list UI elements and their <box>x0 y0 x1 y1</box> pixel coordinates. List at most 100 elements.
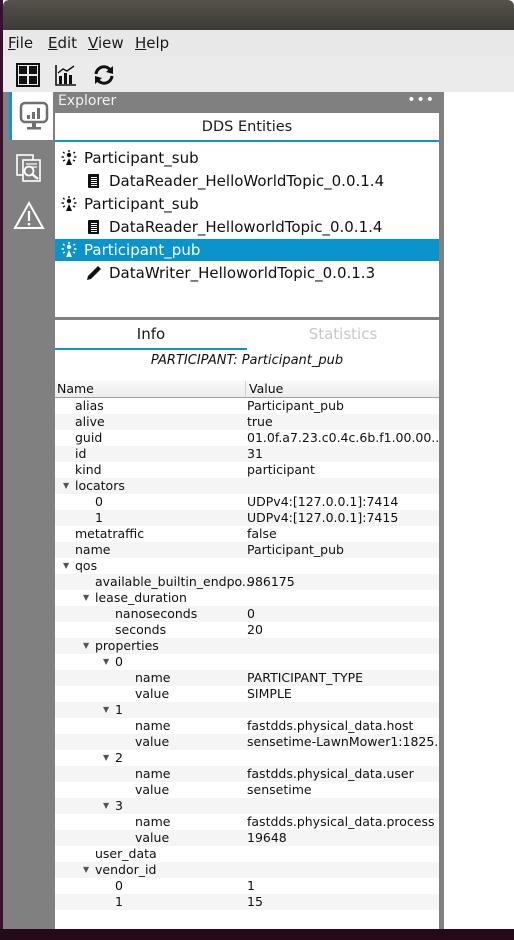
menu-file-mnemonic: F <box>8 34 16 52</box>
row-value: 01.0f.a7.23.c0.4c.6b.f1.00.00.... <box>247 430 439 445</box>
column-header-name[interactable]: Name <box>57 381 94 396</box>
rail-explorer-button[interactable] <box>9 92 56 140</box>
table-row[interactable]: ▼ 1 <box>55 702 439 718</box>
table-row[interactable]: 01 <box>55 878 439 894</box>
table-row[interactable]: seconds 20 <box>55 622 439 638</box>
warning-icon <box>13 200 45 229</box>
table-row[interactable]: 1 UDPv4:[127.0.0.1]:7415 <box>55 510 439 526</box>
row-name: value <box>135 734 170 749</box>
row-value: participant <box>247 462 315 477</box>
table-row[interactable]: value SIMPLE <box>55 686 439 702</box>
row-value: PARTICIPANT_TYPE <box>247 670 364 685</box>
grid-icon <box>16 63 40 87</box>
row-value: UDPv4:[127.0.0.1]:7415 <box>247 510 399 525</box>
expand-arrow-icon[interactable]: ▼ <box>103 654 109 670</box>
expand-arrow-icon[interactable]: ▼ <box>83 638 89 654</box>
tree-item[interactable]: DataReader_HelloWorldTopic_0.0.1.4 <box>55 170 439 192</box>
tree-item[interactable]: Participant_sub <box>55 193 439 215</box>
table-row[interactable]: ▼ 0 <box>55 654 439 670</box>
tree-item[interactable]: DataWriter_HelloworldTopic_0.0.1.3 <box>55 262 439 284</box>
expand-arrow-icon[interactable]: ▼ <box>103 798 109 814</box>
table-row[interactable]: nanoseconds 0 <box>55 606 439 622</box>
menu-edit-label: dit <box>57 34 78 52</box>
participant-icon <box>60 241 78 259</box>
expand-arrow-icon[interactable]: ▼ <box>83 862 89 878</box>
table-row[interactable]: name Participant_pub <box>55 542 439 558</box>
table-row[interactable]: ▼ 2 <box>55 750 439 766</box>
table-row[interactable]: ▼ 3 <box>55 798 439 814</box>
refresh-button[interactable] <box>91 62 117 88</box>
tree-item[interactable]: DataReader_HelloworldTopic_0.0.1.4 <box>55 216 439 238</box>
table-row[interactable]: 0 UDPv4:[127.0.0.1]:7414 <box>55 494 439 510</box>
menu-help[interactable]: Help <box>135 34 169 52</box>
table-row[interactable]: user_data <box>55 846 439 862</box>
table-row[interactable]: ▼ lease_duration <box>55 590 439 606</box>
tree-item[interactable]: Participant_sub <box>55 147 439 169</box>
row-value: SIMPLE <box>247 686 292 701</box>
row-name: 3 <box>115 798 123 813</box>
table-row[interactable]: name PARTICIPANT_TYPE <box>55 670 439 686</box>
row-name: alias <box>75 398 104 413</box>
row-value: true <box>247 414 273 429</box>
menu-file[interactable]: File <box>8 34 33 52</box>
expand-arrow-icon[interactable]: ▼ <box>83 590 89 606</box>
table-row[interactable]: value sensetime <box>55 782 439 798</box>
table-row[interactable]: name fastdds.physical_data.user <box>55 766 439 782</box>
tab-statistics[interactable]: Statistics <box>247 320 439 348</box>
menu-view[interactable]: View <box>88 34 124 52</box>
table-row[interactable]: value sensetime-LawnMower1:1825... <box>55 734 439 750</box>
table-row[interactable]: available_builtin_endpo... 986175 <box>55 574 439 590</box>
tree-item-label: DataReader_HelloworldTopic_0.0.1.4 <box>109 218 383 236</box>
row-name: id <box>75 446 87 461</box>
row-name: nanoseconds <box>115 606 198 621</box>
row-name: name <box>135 814 171 829</box>
row-name: alive <box>75 414 105 429</box>
tab-info[interactable]: Info <box>55 320 247 350</box>
row-value: 0 <box>247 606 255 621</box>
participant-icon <box>60 149 78 167</box>
table-row[interactable]: id 31 <box>55 446 439 462</box>
row-name: 1 <box>115 894 123 909</box>
expand-arrow-icon[interactable]: ▼ <box>103 750 109 766</box>
explorer-header: Explorer ••• <box>53 92 441 112</box>
dashboard-button[interactable] <box>15 62 41 88</box>
more-options-icon[interactable]: ••• <box>407 92 435 108</box>
chart-button[interactable] <box>53 62 79 88</box>
table-row[interactable]: ▼ qos <box>55 558 439 574</box>
table-row[interactable]: kind participant <box>55 462 439 478</box>
menu-edit[interactable]: Edit <box>48 34 77 52</box>
row-name: available_builtin_endpo... <box>95 574 254 589</box>
window-titlebar[interactable] <box>3 0 514 30</box>
table-row[interactable]: name fastdds.physical_data.process <box>55 814 439 830</box>
table-row[interactable]: metatraffic false <box>55 526 439 542</box>
rail-issues-button[interactable] <box>5 192 53 240</box>
table-row[interactable]: ▼ vendor_id <box>55 862 439 878</box>
table-row[interactable]: alias Participant_pub <box>55 398 439 414</box>
row-name: name <box>135 670 171 685</box>
row-value: Participant_pub <box>247 398 344 413</box>
column-header-value[interactable]: Value <box>245 381 283 396</box>
row-name: lease_duration <box>95 590 187 605</box>
info-panel: Info Statistics PARTICIPANT: Participant… <box>55 320 439 929</box>
rail-log-button[interactable] <box>5 144 53 192</box>
toolbar <box>3 56 514 92</box>
expand-arrow-icon[interactable]: ▼ <box>103 702 109 718</box>
table-row[interactable]: ▼ locators <box>55 478 439 494</box>
row-value: 1 <box>247 878 255 893</box>
table-row[interactable]: 1 15 <box>55 894 439 910</box>
expand-arrow-icon[interactable]: ▼ <box>63 478 69 494</box>
side-rail <box>3 92 56 929</box>
expand-arrow-icon[interactable]: ▼ <box>63 558 69 574</box>
row-name: metatraffic <box>75 526 145 541</box>
table-row[interactable]: value 19648 <box>55 830 439 846</box>
tree-item[interactable]: Participant_pub <box>55 239 439 261</box>
table-row[interactable]: name fastdds.physical_data.host <box>55 718 439 734</box>
participant-icon <box>60 195 78 213</box>
tree-item-label: Participant_pub <box>84 241 201 259</box>
menu-view-mnemonic: V <box>88 34 98 52</box>
row-name: name <box>75 542 111 557</box>
row-value: 31 <box>247 446 263 461</box>
table-row[interactable]: guid 01.0f.a7.23.c0.4c.6b.f1.00.00.... <box>55 430 439 446</box>
table-row[interactable]: alive true <box>55 414 439 430</box>
table-row[interactable]: ▼ properties <box>55 638 439 654</box>
